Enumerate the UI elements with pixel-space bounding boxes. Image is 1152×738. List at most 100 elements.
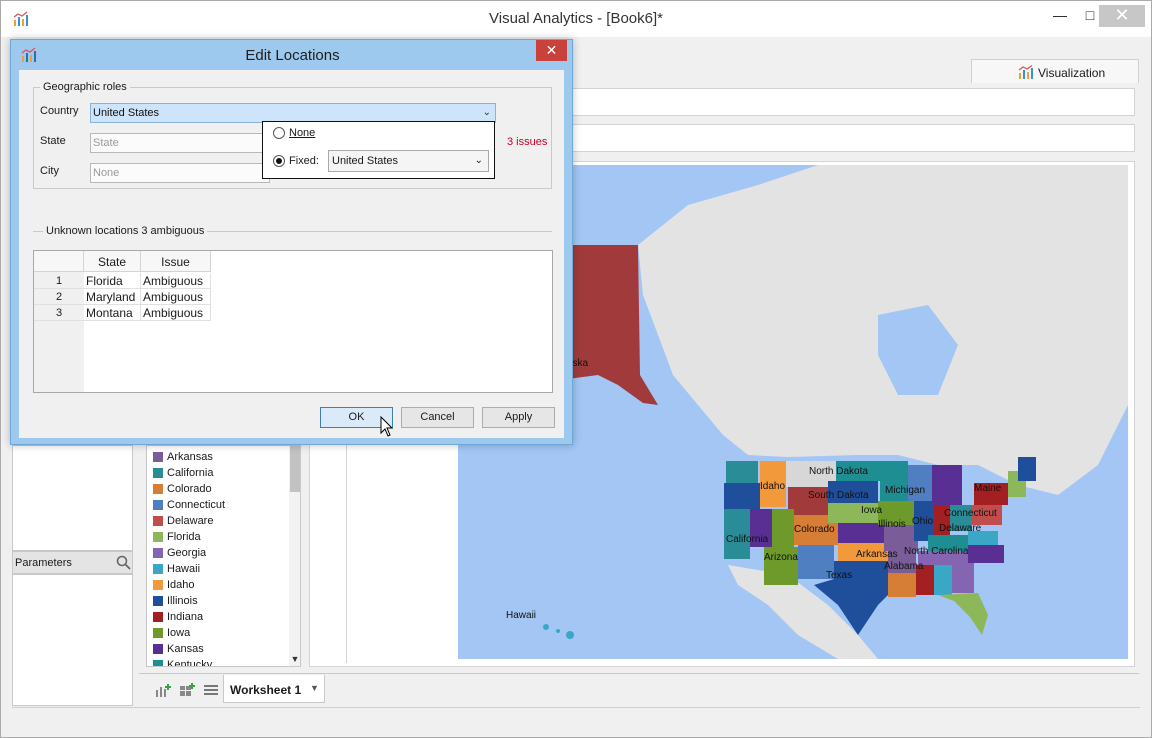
state-label: State: [40, 135, 66, 147]
legend-item[interactable]: Idaho: [153, 577, 225, 593]
state-florida: [938, 593, 988, 635]
column-header-issue[interactable]: Issue: [141, 251, 211, 272]
state-alabama: [934, 565, 952, 595]
scroll-down-arrow-icon[interactable]: ▼: [289, 654, 300, 664]
map-state-label: Alabama: [884, 561, 924, 572]
legend-item[interactable]: Colorado: [153, 481, 225, 497]
legend-item-label: California: [167, 467, 214, 479]
country-select[interactable]: United States ⌄: [90, 103, 496, 123]
legend-swatch: [153, 500, 163, 510]
search-icon[interactable]: [116, 555, 131, 570]
legend-item[interactable]: Georgia: [153, 545, 225, 561]
map-state-label: Maine: [974, 483, 1002, 494]
map-state-label: Arkansas: [856, 549, 898, 560]
parameters-list: [12, 574, 133, 706]
legend-swatch: [153, 564, 163, 574]
apply-button[interactable]: Apply: [482, 407, 555, 428]
legend-scrollbar[interactable]: ▼: [289, 446, 300, 666]
fixed-radio-label[interactable]: Fixed:: [289, 155, 319, 167]
legend-swatch: [153, 548, 163, 558]
state-michigan: [932, 465, 962, 505]
status-bar: [12, 707, 1140, 727]
none-radio-label[interactable]: None: [289, 127, 315, 139]
window-title: Visual Analytics - [Book6]*: [489, 10, 663, 27]
minimize-button[interactable]: —: [1045, 5, 1075, 27]
legend-item-label: Colorado: [167, 483, 212, 495]
tab-visualization-label: Visualization: [1038, 66, 1106, 80]
fixed-country-select[interactable]: United States ⌄: [328, 150, 489, 172]
legend-list: Arkansas California Colorado Connecticut Del…: [153, 449, 225, 667]
column-header-state[interactable]: State: [84, 251, 141, 272]
tab-worksheet-1[interactable]: Worksheet 1 ▼: [223, 675, 325, 703]
chevron-down-icon[interactable]: ⌄: [483, 107, 491, 118]
legend-item[interactable]: Hawaii: [153, 561, 225, 577]
legend-scroll-thumb[interactable]: [290, 446, 300, 492]
map-state-label: Texas: [826, 570, 853, 581]
legend-item-label: Idaho: [167, 579, 195, 591]
legend-swatch: [153, 660, 163, 666]
new-dashboard-icon[interactable]: [179, 683, 195, 697]
legend-item[interactable]: Kansas: [153, 641, 225, 657]
legend-item[interactable]: Iowa: [153, 625, 225, 641]
map-state-label: South Dakota: [808, 490, 869, 501]
chevron-down-icon[interactable]: ⌄: [475, 155, 483, 166]
state-north-carolina: [968, 545, 1004, 563]
dialog-close-button[interactable]: ✕: [536, 40, 567, 61]
table-cell-issue[interactable]: Ambiguous: [141, 305, 211, 321]
dialog-title: Edit Locations: [245, 47, 340, 64]
legend-swatch: [153, 452, 163, 462]
unknown-locations-table: State Issue 1 Florida Ambiguous 2 Maryla…: [33, 250, 553, 393]
geographic-roles-title: Geographic roles: [40, 81, 130, 93]
map-state-label: Connecticut: [944, 508, 997, 519]
mouse-cursor-icon: [380, 416, 394, 437]
table-cell-state[interactable]: Florida: [84, 273, 141, 289]
fixed-country-value: United States: [332, 155, 399, 167]
legend-item[interactable]: Delaware: [153, 513, 225, 529]
title-bar: Visual Analytics - [Book6]* — □ ✕: [1, 1, 1151, 37]
sheet-list-icon[interactable]: [203, 683, 219, 697]
state-field-placeholder: State: [93, 137, 119, 149]
tab-visualization[interactable]: Visualization: [971, 59, 1139, 83]
state-field[interactable]: State: [90, 133, 270, 153]
legend-item[interactable]: Florida: [153, 529, 225, 545]
legend-swatch: [153, 612, 163, 622]
legend-item[interactable]: Kentucky: [153, 657, 225, 667]
legend-item[interactable]: Indiana: [153, 609, 225, 625]
legend-item-label: Iowa: [167, 627, 191, 639]
row-number: 3: [34, 305, 84, 321]
legend-item-label: Kentucky: [167, 659, 213, 667]
map-state-label: Iowa: [861, 505, 883, 516]
country-label: Country: [40, 105, 79, 117]
legend-swatch: [153, 484, 163, 494]
map-state-label: Illinois: [878, 519, 906, 530]
close-button[interactable]: ✕: [1099, 5, 1145, 27]
none-radio[interactable]: [273, 127, 285, 139]
new-worksheet-icon[interactable]: [155, 683, 171, 697]
table-corner-header: [34, 251, 84, 272]
city-field-placeholder: None: [93, 167, 120, 179]
map-state-label: Hawaii: [506, 610, 537, 621]
cancel-button[interactable]: Cancel: [401, 407, 474, 428]
parameters-header: Parameters: [12, 551, 133, 574]
legend-item[interactable]: Arkansas: [153, 449, 225, 465]
state-utah: [772, 509, 794, 547]
map-state-label: Arizona: [764, 552, 798, 563]
state-louisiana: [888, 573, 916, 597]
table-cell-issue[interactable]: Ambiguous: [141, 289, 211, 305]
hawaii-island-1: [543, 624, 549, 630]
map-state-label: Colorado: [794, 524, 835, 535]
table-cell-issue[interactable]: Ambiguous: [141, 273, 211, 289]
parameters-title: Parameters: [15, 557, 72, 569]
legend-item[interactable]: California: [153, 465, 225, 481]
table-cell-state[interactable]: Maryland: [84, 289, 141, 305]
city-field[interactable]: None: [90, 163, 270, 183]
legend-item[interactable]: Connecticut: [153, 497, 225, 513]
chevron-down-icon[interactable]: ▼: [310, 683, 319, 693]
table-cell-state[interactable]: Montana: [84, 305, 141, 321]
issues-link[interactable]: 3 issues: [507, 136, 547, 148]
fixed-radio[interactable]: [273, 155, 285, 167]
map-state-label: Michigan: [885, 485, 926, 496]
legend-item-label: Georgia: [167, 547, 207, 559]
legend-item[interactable]: Illinois: [153, 593, 225, 609]
state-maine: [1018, 457, 1036, 481]
